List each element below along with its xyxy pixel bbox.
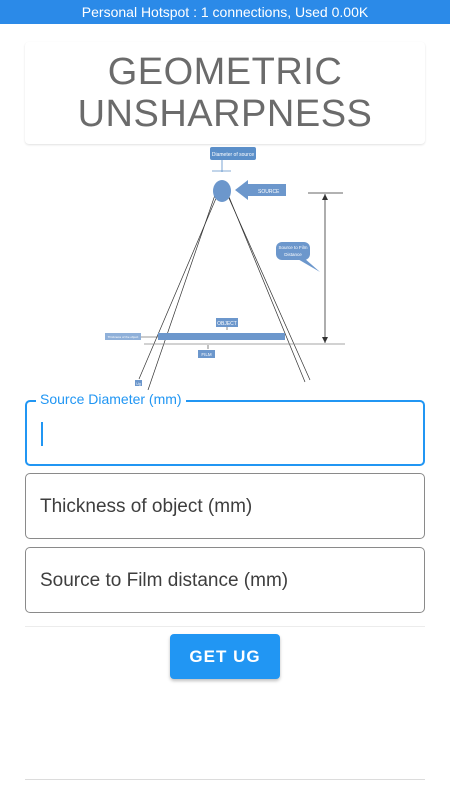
page-title-line1: GEOMETRIC (107, 51, 343, 93)
source-diameter-label: Source Diameter (mm) (36, 391, 186, 407)
thickness-placeholder: Thickness of object (mm) (40, 496, 253, 517)
thickness-label: Thickness of the object (108, 335, 139, 339)
page-title-line2: UNSHARPNESS (77, 93, 373, 135)
form-divider (25, 626, 425, 627)
title-card: GEOMETRIC UNSHARPNESS (25, 42, 425, 144)
diameter-label: Diameter of source (212, 152, 254, 158)
geometric-unsharpness-diagram: Diameter of source SOURCE Source to Film… (105, 147, 345, 390)
source-diameter-field[interactable]: Source Diameter (mm) (25, 391, 425, 466)
bottom-divider (25, 779, 425, 780)
thickness-field[interactable]: Thickness of object (mm) (25, 473, 425, 539)
status-bar-text: Personal Hotspot : 1 connections, Used 0… (81, 4, 369, 20)
status-bar: Personal Hotspot : 1 connections, Used 0… (0, 0, 450, 24)
source-label: SOURCE (258, 189, 280, 195)
sfd-label-line1: Source to Film (278, 245, 307, 250)
text-caret (41, 422, 43, 446)
get-ug-button[interactable]: GET UG (170, 634, 280, 679)
object-bar (158, 333, 285, 340)
ug-label: Ug (136, 382, 141, 386)
film-label: FILM (201, 352, 212, 357)
source-shape (213, 180, 231, 202)
sfd-placeholder: Source to Film distance (mm) (40, 570, 289, 591)
object-label: OBJECT (217, 321, 237, 327)
source-to-film-distance-field[interactable]: Source to Film distance (mm) (25, 547, 425, 613)
sfd-label-line2: Distance (284, 252, 302, 257)
